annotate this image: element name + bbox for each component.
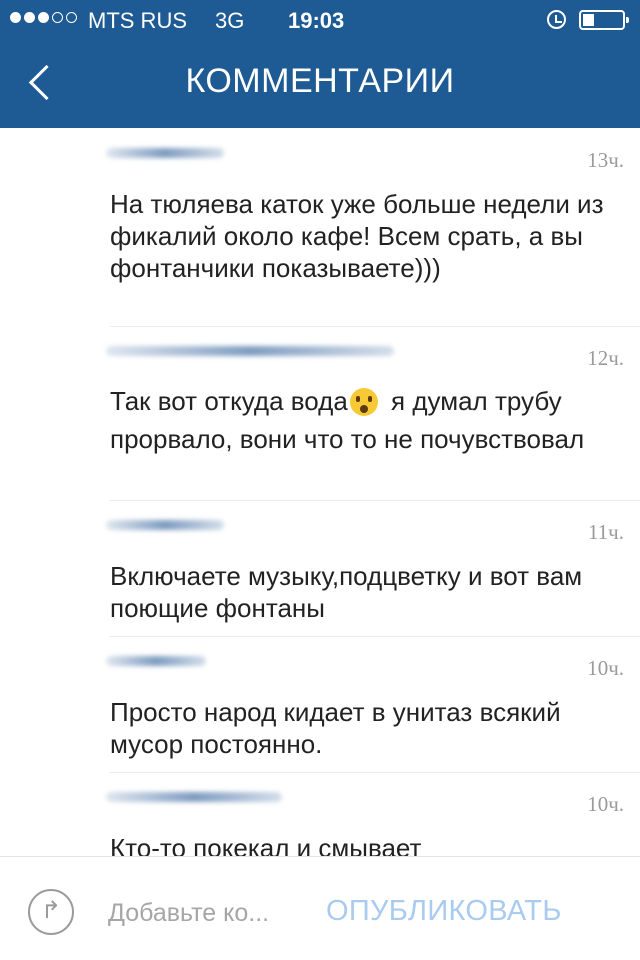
publish-button[interactable]: ОПУБЛИКОВАТЬ (326, 889, 616, 933)
page-title: КОММЕНТАРИИ (185, 62, 455, 100)
comment-text: Так вот откуда вода я думал трубу прорва… (110, 382, 630, 458)
comment-text: Включаете музыку,подцветку и вот вам пою… (110, 561, 583, 623)
comment-author-blurred (106, 148, 224, 158)
comment-input-bar: ↱ ОПУБЛИКОВАТЬ (0, 856, 640, 960)
network-type: 3G (215, 8, 245, 33)
comment-time: 11ч. (587, 520, 624, 544)
status-time: 19:03 (288, 8, 345, 33)
comment-text: На тюляева каток уже больше недели из фи… (110, 189, 604, 283)
comment-author-blurred (106, 792, 282, 802)
signal-dot (24, 12, 35, 23)
hushed-face-emoji-icon (349, 388, 378, 416)
comment-item: 13ч. На тюляева каток уже больше недели … (106, 128, 640, 327)
share-button[interactable]: ↱ (28, 889, 74, 935)
comment-time: 13ч. (587, 148, 624, 172)
comment-item: 11ч. Включаете музыку,подцветку и вот ва… (106, 500, 640, 637)
alarm-clock-icon (547, 10, 566, 29)
comment-author-blurred (106, 520, 224, 530)
carrier-name: MTS RUS (88, 8, 187, 33)
comment-text: Кто-то покекал и смывает (110, 833, 422, 856)
signal-dot (66, 12, 77, 23)
comment-time: 10ч. (587, 656, 624, 680)
battery-icon (579, 10, 629, 30)
comment-item: 12ч. Так вот откуда вода я думал трубу п… (106, 326, 640, 501)
comment-time: 10ч. (587, 792, 624, 816)
signal-dot (10, 12, 21, 23)
top-bar: MTS RUS 3G 19:03 КОММЕНТАРИИ (0, 0, 640, 128)
comment-text-part: Так вот откуда вода (110, 386, 348, 416)
share-arrow-icon: ↱ (40, 897, 62, 924)
comment-item: 10ч. Кто-то покекал и смывает (106, 772, 640, 856)
comment-text: Просто народ кидает в унитаз всякий мусо… (110, 697, 561, 759)
comment-time: 12ч. (587, 346, 624, 370)
comment-item: 10ч. Просто народ кидает в унитаз всякий… (106, 636, 640, 773)
status-bar: MTS RUS 3G 19:03 (0, 0, 640, 40)
comment-author-blurred (106, 346, 394, 356)
comment-input[interactable] (108, 895, 313, 931)
signal-strength-icon (10, 12, 77, 23)
signal-dot (38, 12, 49, 23)
signal-dot (52, 12, 63, 23)
comment-author-blurred (106, 656, 206, 666)
comment-list[interactable]: 13ч. На тюляева каток уже больше недели … (0, 128, 640, 856)
